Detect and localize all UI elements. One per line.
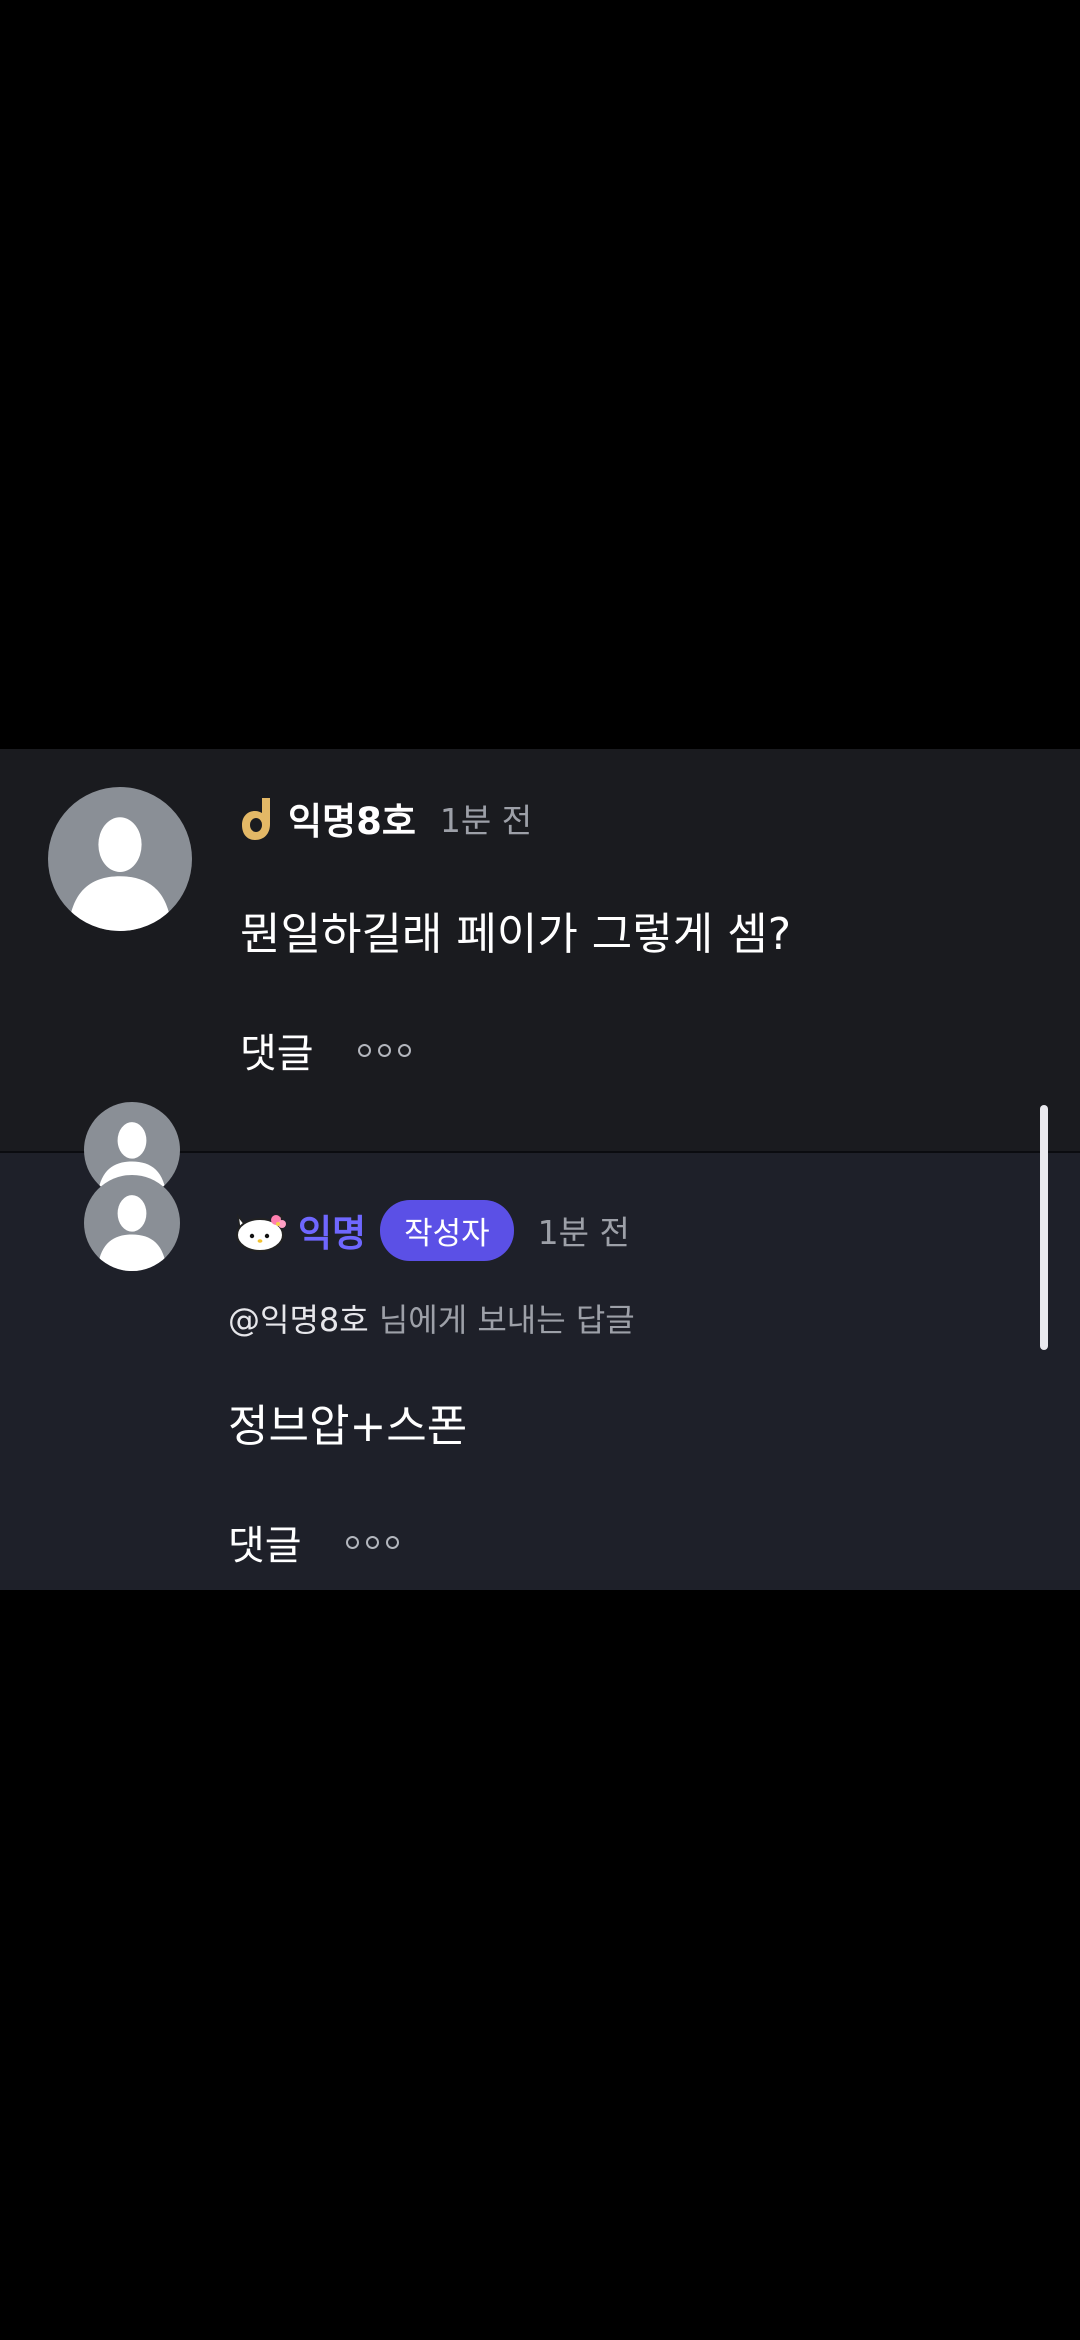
more-dots-icon[interactable] [345,1530,399,1555]
dot [357,1043,371,1057]
screen: 익명8호 1분 전 뭔일하길래 페이가 그렇게 셈? 댓글 익명 작성자 1분 … [0,0,1080,2340]
default-profile-silhouette-icon [68,817,172,931]
default-profile-silhouette-icon [97,1195,167,1271]
dot [397,1043,411,1057]
author-badge: 작성자 [380,1199,514,1261]
mention-suffix: 님에게 보내는 답글 [368,1301,635,1339]
reply-button[interactable]: 댓글 [240,1021,314,1079]
dot [345,1535,359,1549]
reply-mention-line: @익명8호 님에게 보내는 답글 [228,1295,635,1341]
reply-avatar[interactable] [84,1175,180,1271]
reply-actions: 댓글 [228,1512,399,1572]
reply-body: 정브압+스폰 [228,1401,468,1452]
reply-timestamp: 1분 전 [537,1213,630,1252]
comment-username[interactable]: 익명8호 [288,791,416,845]
gold-d-level-icon [242,798,270,840]
hello-kitty-level-icon [236,1213,286,1252]
comment-header: 익명8호 1분 전 [240,788,532,848]
mention-username[interactable]: @익명8호 [228,1301,369,1339]
comment-body: 뭔일하길래 페이가 그렇게 셈? [240,909,792,960]
dot [385,1535,399,1549]
reply-header: 익명 작성자 1분 전 [232,1199,630,1261]
comment-avatar[interactable] [48,787,192,931]
reply-username[interactable]: 익명 [298,1203,366,1257]
more-dots-icon[interactable] [357,1038,411,1063]
dot [377,1043,391,1057]
dot [365,1535,379,1549]
comment-timestamp: 1분 전 [439,801,533,840]
scrollbar-thumb[interactable] [1040,1105,1048,1350]
comment-actions: 댓글 [240,1020,411,1080]
reply-button[interactable]: 댓글 [228,1513,302,1571]
